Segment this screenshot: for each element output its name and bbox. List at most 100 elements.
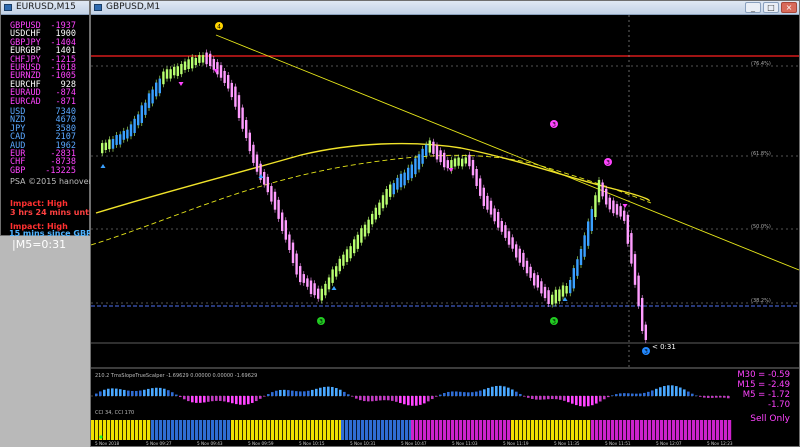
histogram-bar <box>555 396 558 400</box>
candle-body <box>439 150 442 163</box>
candle-body <box>543 286 547 299</box>
candle-body <box>385 189 388 205</box>
strip-cell <box>283 420 287 440</box>
histogram-bar <box>211 396 214 402</box>
histogram-bar <box>227 396 230 403</box>
candle-body <box>461 158 464 167</box>
strip-cell <box>575 420 579 440</box>
close-button[interactable]: × <box>781 2 797 13</box>
strip-cell <box>692 420 696 440</box>
candle-body <box>147 93 151 108</box>
strip-cell <box>211 420 215 440</box>
strip-cell <box>107 420 111 440</box>
strip-cell <box>103 420 107 440</box>
candle-body <box>605 188 608 205</box>
candle-body <box>569 279 572 294</box>
price-chart[interactable]: (76.4%) (61.8%) (50.0%) (38.2%) 4 3 3 3 3 3 <… <box>91 15 799 446</box>
fib-label: (50.0%) <box>751 224 771 230</box>
strip-cell <box>299 420 303 440</box>
candle-body <box>529 266 532 278</box>
candle-body <box>536 275 539 288</box>
histogram-bar <box>539 396 542 400</box>
strip-cell <box>115 420 119 440</box>
fib-label: (38.2%) <box>751 298 771 304</box>
strip-cell <box>720 420 724 440</box>
histogram-bar <box>659 387 662 396</box>
histogram-bar <box>551 396 554 400</box>
histogram-bar <box>427 396 430 402</box>
histogram-bar <box>499 385 502 396</box>
strip-cell <box>291 420 295 440</box>
time-label: 5 Nov 11:03 <box>452 441 478 446</box>
strip-cell <box>123 420 127 440</box>
candle-body <box>486 195 489 210</box>
candle-body <box>572 268 575 289</box>
strip-dot-icon <box>99 435 103 439</box>
strip-cell <box>323 420 327 440</box>
strip-cell <box>567 420 571 440</box>
histogram-bar <box>231 396 234 404</box>
strip-cell <box>275 420 279 440</box>
pair-name: EURCAD <box>10 96 41 107</box>
signal-marker-label: 3 <box>319 318 323 325</box>
strip-cell <box>519 420 523 440</box>
candle-body <box>281 212 284 231</box>
time-label: 5 Nov 12:23 <box>707 441 733 446</box>
histogram-bar <box>163 388 166 396</box>
strip-cell <box>607 420 611 440</box>
candle-body <box>410 164 413 179</box>
currency-value: -13225 <box>45 165 76 176</box>
candle-body <box>291 242 295 263</box>
histogram-bar <box>715 396 718 398</box>
strip-cell <box>688 420 692 440</box>
histogram-bar <box>519 393 522 396</box>
candle-body <box>479 178 482 196</box>
candle-body <box>335 266 338 277</box>
strip-cell <box>640 420 644 440</box>
strip-cell <box>111 420 115 440</box>
strip-cell <box>571 420 575 440</box>
histogram-bar <box>651 390 654 396</box>
candle-body <box>140 105 143 123</box>
histogram-bar <box>251 396 254 403</box>
strip-cell <box>411 420 415 440</box>
currency-name: GBP <box>10 165 26 176</box>
main-window-titlebar[interactable]: GBPUSD,M1 _ □ × <box>91 1 799 15</box>
candle-body <box>594 195 597 218</box>
strip-cell <box>712 420 716 440</box>
strip-cell <box>131 420 135 440</box>
candle-body <box>317 288 320 299</box>
fib-label: (61.8%) <box>751 151 771 157</box>
strip-cell <box>696 420 700 440</box>
strip-cell <box>223 420 227 440</box>
histogram-bar <box>487 387 490 396</box>
strip-cell <box>467 420 471 440</box>
maximize-button[interactable]: □ <box>763 2 779 13</box>
strip-cell <box>307 420 311 440</box>
strip-cell <box>415 420 419 440</box>
histogram-bar <box>527 396 530 398</box>
strip-cell <box>503 420 507 440</box>
candle-body <box>144 102 147 115</box>
candle-body <box>579 248 583 265</box>
histogram-bar <box>195 396 198 403</box>
left-window-titlebar[interactable]: EURUSD,M15 <box>1 1 89 15</box>
fib-label: (76.4%) <box>751 61 771 67</box>
candle-body <box>641 297 644 331</box>
strip-cell <box>369 420 373 440</box>
histogram-bar <box>127 390 130 396</box>
candle-body <box>623 210 626 221</box>
histogram-bar <box>199 396 202 403</box>
strip-cell <box>393 420 397 440</box>
strip-cell <box>623 420 627 440</box>
candle-body <box>104 142 107 151</box>
candle-body <box>270 186 273 202</box>
minimize-button[interactable]: _ <box>745 2 761 13</box>
strip-cell <box>287 420 291 440</box>
candle-body <box>266 176 269 193</box>
candle-body <box>435 145 439 160</box>
mtf-row: M30 = -0.59 <box>737 370 790 380</box>
mtf-row: -1.70 <box>768 400 790 410</box>
candle-body <box>245 120 248 139</box>
strip-cell <box>279 420 283 440</box>
